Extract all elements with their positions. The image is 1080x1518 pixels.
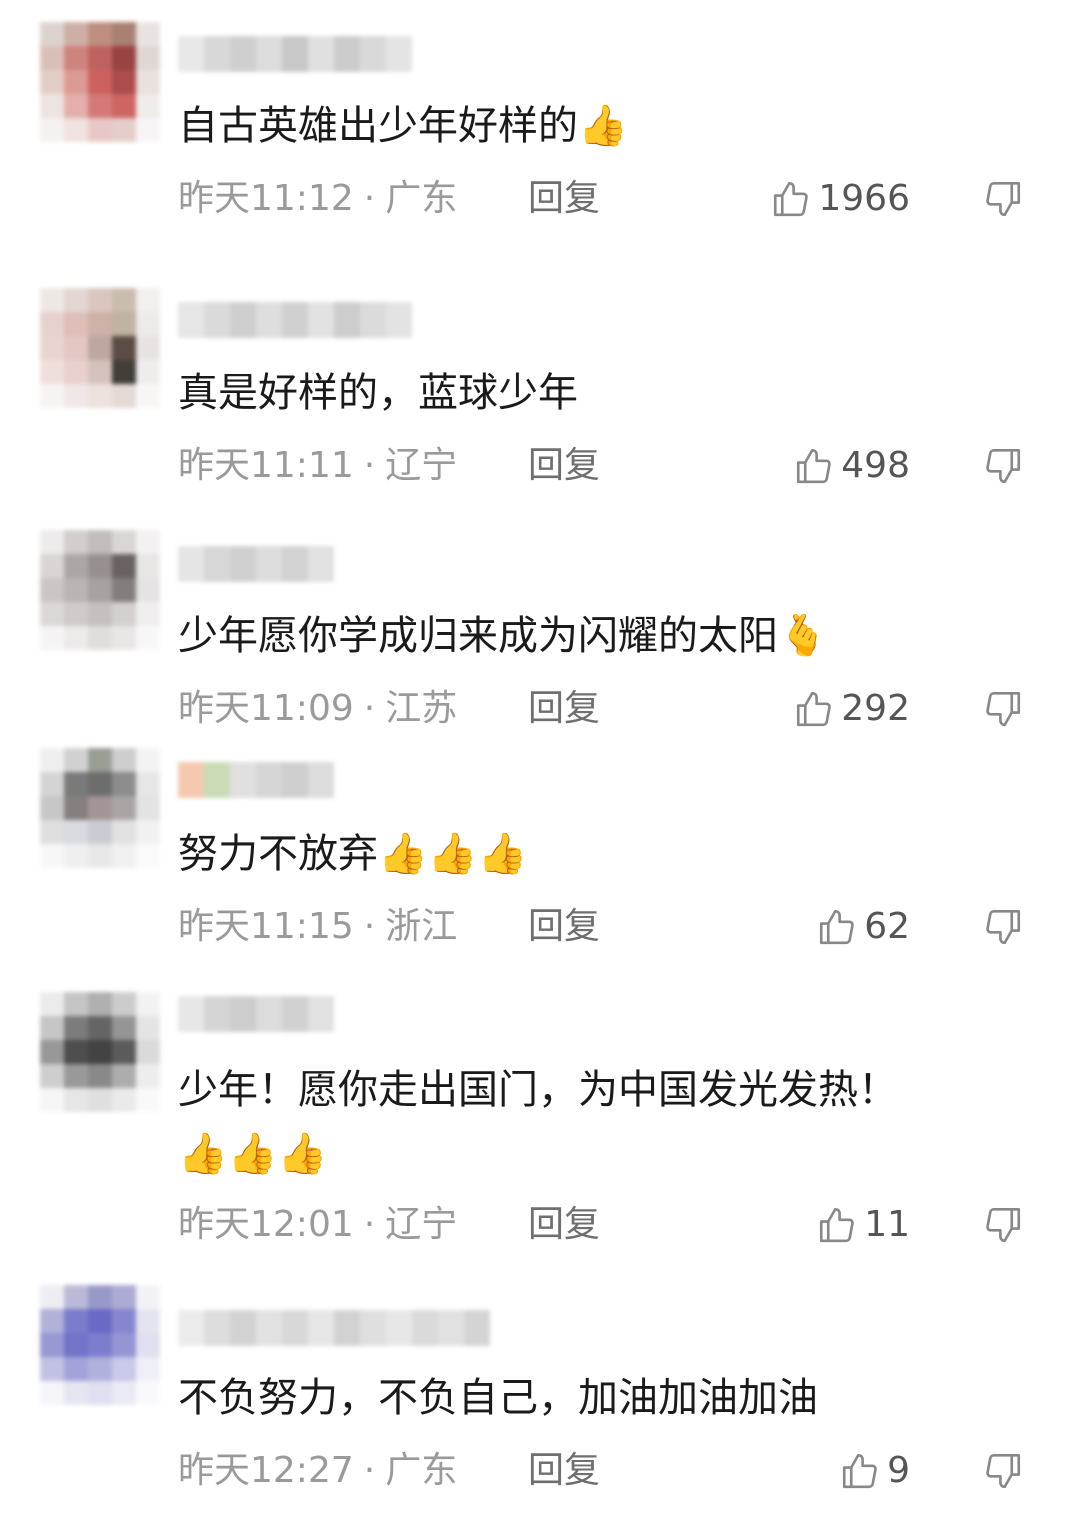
dislike-button[interactable]: [980, 1200, 1026, 1250]
comment-meta: 昨天12:27 · 广东: [178, 1446, 457, 1496]
comment-meta: 昨天11:12 · 广东: [178, 174, 457, 224]
separator-dot: ·: [363, 1450, 376, 1491]
like-count: 62: [864, 906, 910, 947]
like-button[interactable]: 9: [839, 1446, 910, 1496]
comment-location: 辽宁: [385, 445, 458, 486]
like-button[interactable]: 292: [793, 684, 910, 734]
comment-time: 昨天11:15: [178, 906, 354, 947]
thumbs-down-outline-icon: [986, 691, 1021, 727]
comment-time: 昨天11:11: [178, 445, 354, 486]
like-count: 1966: [818, 178, 910, 219]
reply-button[interactable]: 回复: [528, 902, 600, 952]
like-button[interactable]: 1966: [770, 174, 910, 224]
comment-location: 广东: [385, 1450, 458, 1491]
comment-time: 昨天12:01: [178, 1204, 354, 1245]
like-count: 498: [841, 445, 910, 486]
thumbs-up-outline-icon: [820, 1207, 854, 1243]
comment-time: 昨天11:09: [178, 688, 354, 729]
avatar[interactable]: [40, 748, 160, 868]
separator-dot: ·: [363, 445, 376, 486]
avatar[interactable]: [40, 22, 160, 142]
reply-button[interactable]: 回复: [528, 1200, 600, 1250]
thumbs-down-outline-icon: [986, 909, 1021, 945]
separator-dot: ·: [363, 688, 376, 729]
username[interactable]: [178, 1310, 490, 1346]
like-button[interactable]: 62: [816, 902, 910, 952]
comment-text: 自古英雄出少年好样的👍: [178, 98, 628, 154]
comment-meta: 昨天11:15 · 浙江: [178, 902, 457, 952]
comment-text-body: 努力不放弃: [178, 831, 378, 877]
like-button[interactable]: 11: [816, 1200, 910, 1250]
dislike-button[interactable]: [980, 1446, 1026, 1496]
like-count: 11: [864, 1204, 910, 1245]
thumbs-up-emoji-icon: 👍👍👍: [378, 831, 528, 877]
comment-time: 昨天11:12: [178, 178, 354, 219]
reply-button[interactable]: 回复: [528, 1446, 600, 1496]
comment-location: 江苏: [385, 688, 458, 729]
comment-text-body: 真是好样的，蓝球少年: [178, 370, 578, 416]
like-count: 9: [887, 1450, 910, 1491]
thumbs-up-outline-icon: [797, 691, 832, 727]
comment-text: 不负努力，不负自己，加油加油加油: [178, 1370, 818, 1426]
separator-dot: ·: [363, 1204, 376, 1245]
comment-location: 广东: [385, 178, 458, 219]
comment-text-body: 少年！愿你走出国门，为中国发光发热！: [178, 1067, 898, 1113]
separator-dot: ·: [363, 906, 376, 947]
comment-location: 浙江: [385, 906, 458, 947]
avatar[interactable]: [40, 288, 160, 408]
username[interactable]: [178, 302, 412, 338]
avatar[interactable]: [40, 992, 160, 1112]
comment-time: 昨天12:27: [178, 1450, 354, 1491]
thumbs-up-outline-icon: [774, 181, 809, 217]
dislike-button[interactable]: [980, 902, 1026, 952]
reply-button[interactable]: 回复: [528, 684, 600, 734]
comment-location: 辽宁: [385, 1204, 458, 1245]
thumbs-up-emoji-icon: 👍: [578, 103, 628, 149]
thumbs-down-outline-icon: [986, 181, 1021, 217]
thumbs-up-emoji-icon: 👍👍👍: [178, 1131, 328, 1177]
comment-text-body: 不负努力，不负自己，加油加油加油: [178, 1375, 818, 1421]
finger-heart-emoji-icon: 🫰: [778, 613, 828, 659]
like-button[interactable]: 498: [793, 441, 910, 491]
avatar[interactable]: [40, 1285, 160, 1405]
dislike-button[interactable]: [980, 441, 1026, 491]
thumbs-down-outline-icon: [986, 448, 1021, 484]
separator-dot: ·: [363, 178, 376, 219]
thumbs-up-outline-icon: [843, 1453, 877, 1489]
username[interactable]: [178, 546, 334, 582]
avatar[interactable]: [40, 530, 160, 650]
comment-text-body: 自古英雄出少年好样的: [178, 103, 578, 149]
reply-button[interactable]: 回复: [528, 174, 600, 224]
comment-text-body: 少年愿你学成归来成为闪耀的太阳: [178, 613, 778, 659]
comment-text: 少年！愿你走出国门，为中国发光发热！ 👍👍👍: [178, 1062, 898, 1182]
comment-meta: 昨天11:09 · 江苏: [178, 684, 457, 734]
like-count: 292: [841, 688, 910, 729]
comment-meta: 昨天11:11 · 辽宁: [178, 441, 457, 491]
username[interactable]: [178, 996, 334, 1032]
comment-meta: 昨天12:01 · 辽宁: [178, 1200, 457, 1250]
reply-button[interactable]: 回复: [528, 441, 600, 491]
dislike-button[interactable]: [980, 684, 1026, 734]
comment-text: 少年愿你学成归来成为闪耀的太阳🫰: [178, 608, 828, 664]
dislike-button[interactable]: [980, 174, 1026, 224]
thumbs-down-outline-icon: [986, 1207, 1021, 1243]
thumbs-down-outline-icon: [986, 1453, 1021, 1489]
thumbs-up-outline-icon: [797, 448, 832, 484]
comment-text: 真是好样的，蓝球少年: [178, 365, 578, 421]
thumbs-up-outline-icon: [820, 909, 854, 945]
username[interactable]: [178, 762, 334, 798]
comment-text: 努力不放弃👍👍👍: [178, 826, 527, 882]
username[interactable]: [178, 36, 412, 72]
